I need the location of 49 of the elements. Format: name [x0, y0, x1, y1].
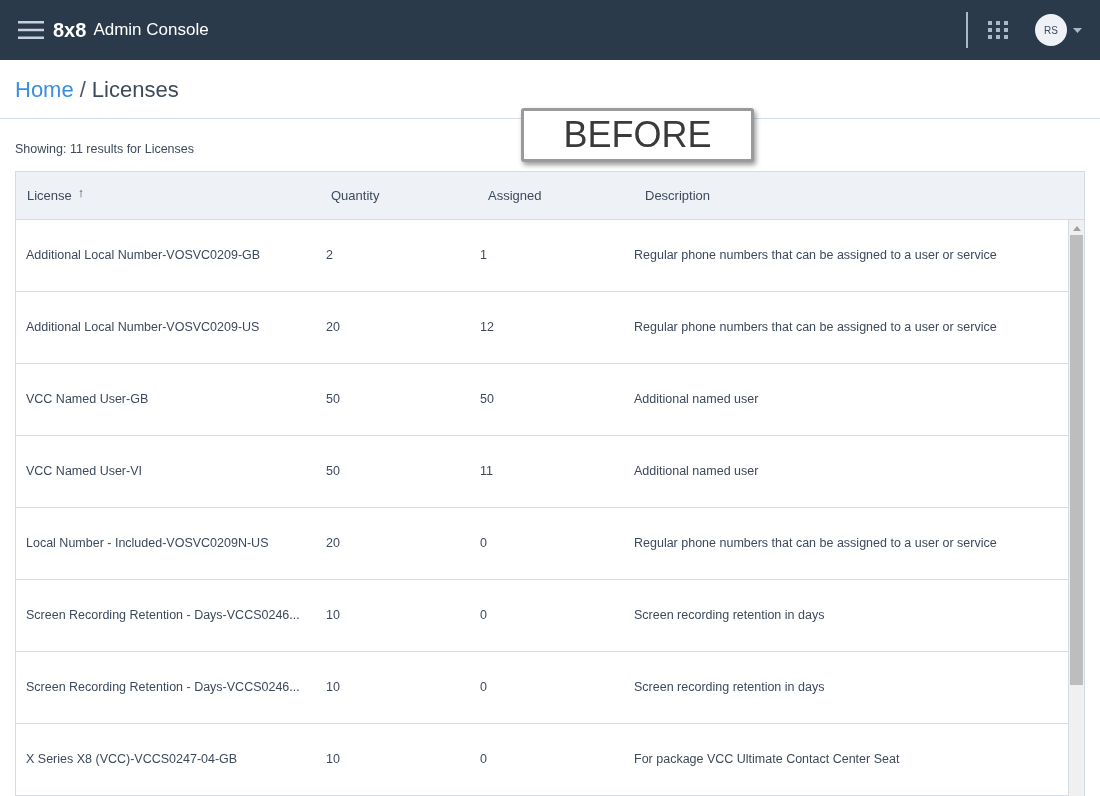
table-cell: Screen Recording Retention - Days-VCCS0246... [26, 680, 300, 695]
table-cell: 20 [326, 320, 340, 335]
table-cell: Regular phone numbers that can be assigned to a user or service [634, 536, 997, 551]
table-cell: Screen recording retention in days [634, 608, 825, 623]
table-cell: 50 [326, 392, 340, 407]
apps-grid-icon[interactable] [988, 21, 1008, 39]
breadcrumb-separator: / [79, 75, 86, 104]
column-header[interactable]: Quantity [331, 185, 380, 206]
table-cell: 10 [326, 680, 340, 695]
table-cell: Additional named user [634, 464, 759, 479]
table-cell: 12 [480, 320, 494, 335]
table-cell: 0 [480, 536, 487, 551]
table-cell: 11 [480, 464, 493, 479]
column-header[interactable]: License [27, 185, 72, 206]
table-cell: 0 [480, 680, 487, 695]
table-cell: 20 [326, 536, 340, 551]
table-cell: Additional Local Number-VOSVC0209-US [26, 320, 260, 335]
caret-icon[interactable] [1073, 27, 1082, 33]
column-header[interactable]: Description [645, 185, 711, 206]
table-cell: Regular phone numbers that can be assigned to a user or service [634, 320, 997, 335]
table-cell: Additional named user [634, 392, 759, 407]
table-cell: 10 [326, 752, 340, 767]
scrollbar-thumb[interactable] [1070, 235, 1083, 685]
table-cell: VCC Named User-GB [26, 392, 149, 407]
menu-icon[interactable] [18, 20, 44, 40]
annotation-label: BEFORE [521, 108, 754, 162]
table-cell: Screen Recording Retention - Days-VCCS0246... [26, 608, 300, 623]
table-cell: VCC Named User-VI [26, 464, 142, 479]
sort-indicator[interactable]: ↑ [77, 182, 85, 203]
table-cell: X Series X8 (VCC)-VCCS0247-04-GB [26, 752, 238, 767]
table-cell: Additional Local Number-VOSVC0209-GB [26, 248, 261, 263]
table-cell: Regular phone numbers that can be assigned to a user or service [634, 248, 997, 263]
table-cell: Screen recording retention in days [634, 680, 825, 695]
table-cell: 0 [480, 752, 487, 767]
page-title: Licenses [91, 75, 179, 104]
table-cell: 50 [480, 392, 494, 407]
results-count: Showing: 11 results for Licenses [15, 142, 195, 156]
app-title: Admin Console [93, 19, 209, 42]
table-cell: For package VCC Ultimate Contact Center Seat [634, 752, 900, 767]
table-cell: 10 [326, 608, 340, 623]
table-cell: 50 [326, 464, 340, 479]
logo: 8x8 [53, 18, 87, 43]
scrollbar[interactable] [1068, 220, 1084, 796]
table-cell: 0 [480, 608, 487, 623]
table-cell: 2 [326, 248, 333, 263]
user-avatar[interactable]: RS [1035, 14, 1067, 46]
table-cell: 1 [480, 248, 487, 263]
table-cell: Local Number - Included-VOSVC0209N-US [26, 536, 269, 551]
column-header[interactable]: Assigned [488, 185, 542, 206]
